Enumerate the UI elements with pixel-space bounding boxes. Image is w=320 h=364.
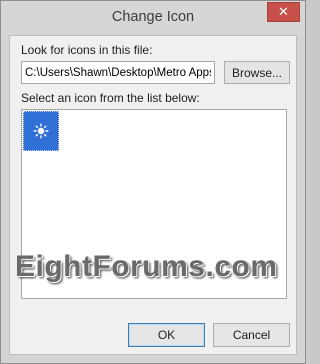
icon-list-label: Select an icon from the list below: [21, 91, 200, 105]
title-bar[interactable]: Change Icon ✕ [1, 1, 305, 35]
dialog-title: Change Icon [111, 9, 195, 25]
ok-button[interactable]: OK [128, 323, 205, 347]
file-path-input[interactable] [21, 61, 215, 84]
site-watermark: EightForums.com [15, 250, 278, 283]
browse-button[interactable]: Browse... [224, 61, 290, 84]
sun-icon [33, 123, 49, 139]
change-icon-dialog: Change Icon ✕ Look for icons in this fil… [0, 0, 306, 364]
close-icon: ✕ [278, 4, 289, 19]
cancel-button[interactable]: Cancel [213, 323, 290, 347]
icon-list-item[interactable] [23, 111, 59, 151]
close-button[interactable]: ✕ [267, 2, 300, 22]
dialog-body: Look for icons in this file: Browse... S… [9, 35, 297, 355]
file-path-label: Look for icons in this file: [21, 43, 153, 57]
